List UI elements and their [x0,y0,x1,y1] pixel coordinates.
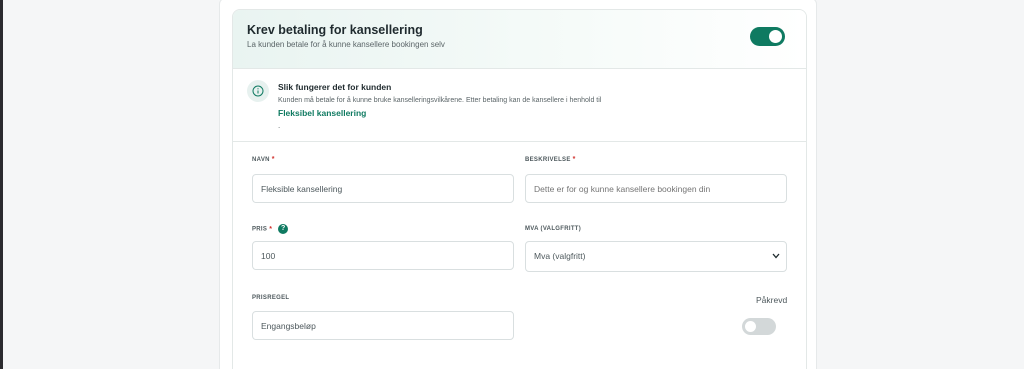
chevron-down-icon [772,253,780,259]
info-trailing: . [278,121,281,130]
toggle-knob [745,321,756,332]
vat-select[interactable]: Mva (valgfritt) [525,241,787,272]
panel-title: Krev betaling for kansellering [247,23,423,37]
info-text: Kunden må betale for å kunne bruke kanse… [278,97,602,104]
price-help-icon[interactable]: ? [278,224,289,234]
required-label: Påkrevd [756,295,788,305]
vat-selected-value: Mva (valgfritt) [534,251,586,261]
price-label-text: PRIS [252,226,268,233]
required-toggle[interactable] [742,318,776,335]
cancellation-fee-toggle[interactable] [750,27,785,46]
vat-label: MVA (VALGFRITT) [525,226,582,232]
required-asterisk: * [271,156,275,163]
name-field[interactable] [252,174,514,203]
price-field[interactable] [252,241,514,270]
window-edge [0,0,3,369]
name-label-text: NAVN [252,157,270,163]
price-label: PRIS *? [252,224,289,234]
description-label-text: BESKRIVELSE [525,157,571,163]
panel-header: Krev betaling for kansellering La kunden… [233,10,806,69]
required-asterisk: * [572,156,576,163]
description-label: BESKRIVELSE * [525,156,576,163]
panel-subtitle: La kunden betale for å kunne kansellere … [247,40,445,49]
toggle-knob [769,30,782,43]
price-rule-label: PRISREGEL [252,295,290,301]
flexible-cancellation-link[interactable]: Fleksibel kansellering [278,108,366,118]
info-box: Slik fungerer det for kunden Kunden må b… [233,70,806,142]
info-icon [247,80,269,102]
settings-card: Krev betaling for kansellering La kunden… [219,0,817,369]
info-title: Slik fungerer det for kunden [278,82,392,92]
description-field[interactable] [525,174,787,203]
cancellation-fee-panel: Krev betaling for kansellering La kunden… [232,9,807,369]
required-asterisk: * [269,225,273,233]
price-rule-field[interactable] [252,311,514,340]
name-label: NAVN * [252,156,275,163]
